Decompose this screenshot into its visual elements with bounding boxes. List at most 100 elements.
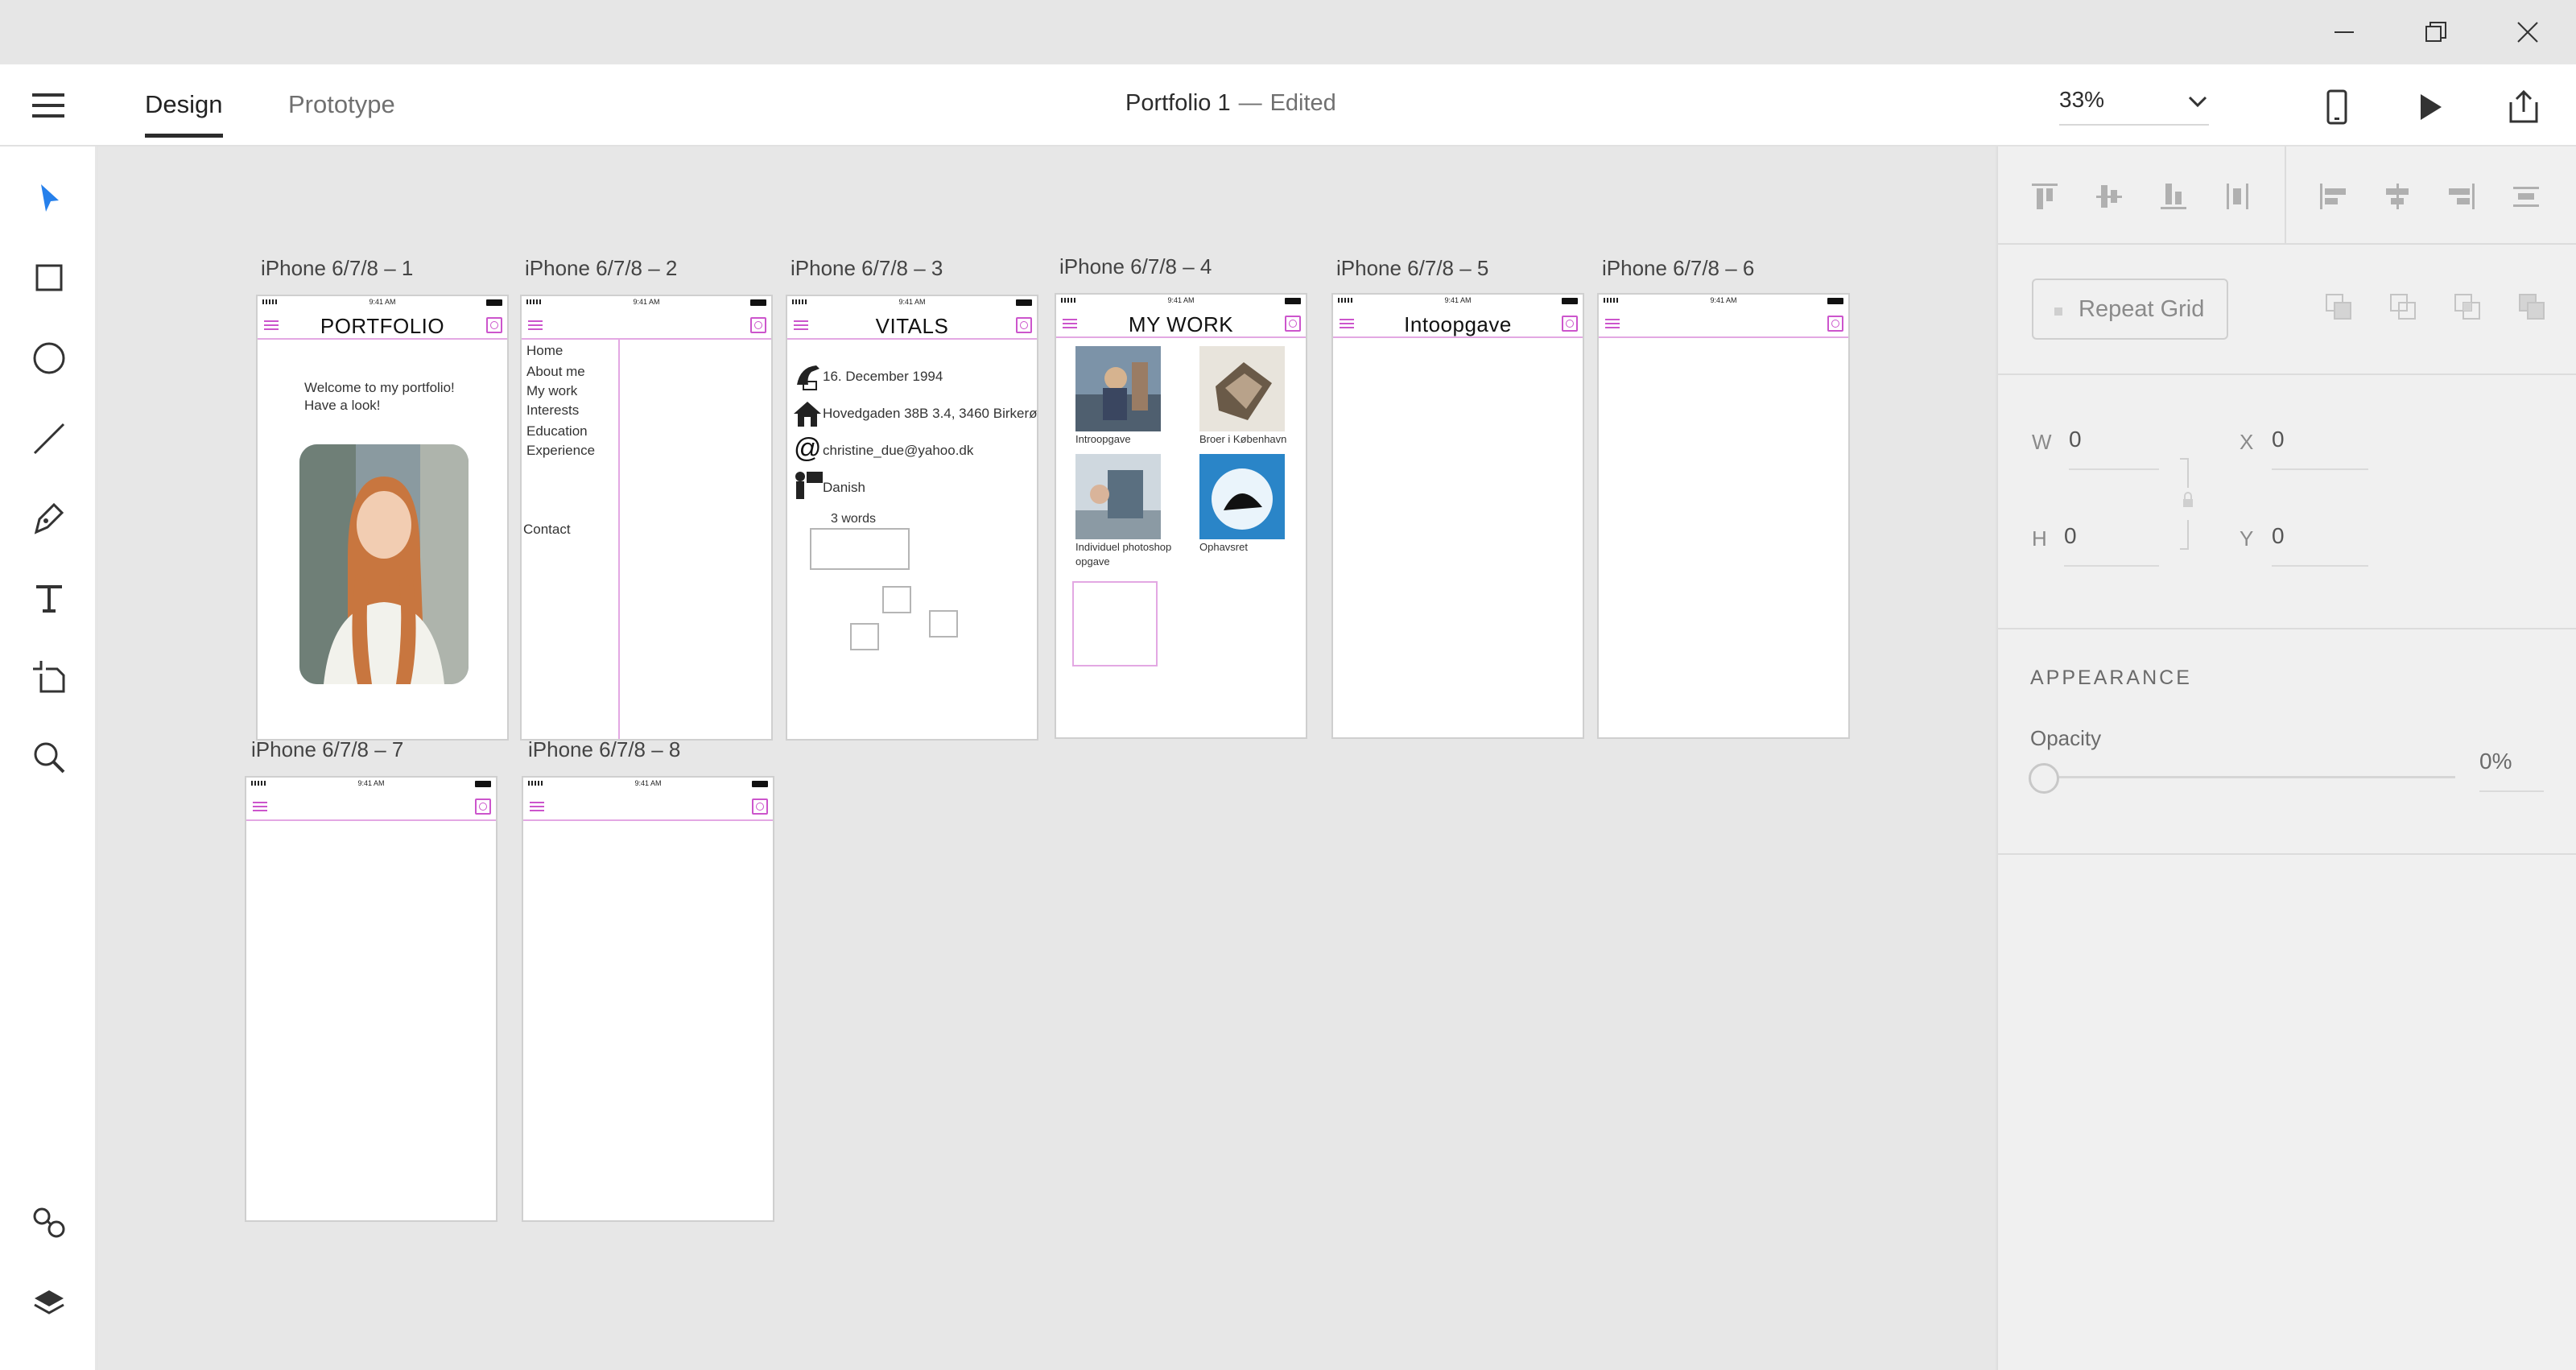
menu-item-about: About me xyxy=(526,364,585,379)
distribute-vertical-icon[interactable] xyxy=(2510,180,2542,213)
share-icon xyxy=(2509,89,2538,123)
text-tool[interactable] xyxy=(26,575,72,621)
status-bar: 9:41 AM xyxy=(1056,295,1306,306)
status-time: 9:41 AM xyxy=(1167,296,1195,304)
opacity-slider-handle[interactable] xyxy=(2029,763,2059,794)
menu-item-contact: Contact xyxy=(523,522,571,537)
artboard-6[interactable]: 9:41 AM xyxy=(1597,293,1850,739)
zoom-underline xyxy=(2059,124,2209,126)
width-input[interactable]: 0 xyxy=(2069,427,2082,452)
select-tool[interactable] xyxy=(26,175,72,222)
restore-icon xyxy=(2425,22,2446,42)
artboard-6-label[interactable]: iPhone 6/7/8 – 6 xyxy=(1602,256,1754,281)
play-preview-button[interactable] xyxy=(2410,87,2450,127)
share-button[interactable] xyxy=(2504,87,2544,127)
distribute-horizontal-icon[interactable] xyxy=(2222,180,2254,213)
mobile-device-icon xyxy=(2326,89,2347,125)
align-bottom-icon[interactable] xyxy=(2157,180,2190,213)
portfolio-title: PORTFOLIO xyxy=(320,314,445,338)
artboard-4[interactable]: 9:41 AM MY WORK Introopgave Broer i Købe… xyxy=(1055,293,1307,739)
artboard-4-label[interactable]: iPhone 6/7/8 – 4 xyxy=(1059,254,1212,279)
zoom-icon xyxy=(34,742,65,774)
align-middle-icon[interactable] xyxy=(2093,180,2125,213)
search-icon xyxy=(1562,316,1578,332)
design-canvas[interactable]: iPhone 6/7/8 – 1 9:41 AM PORTFOLIO Welco… xyxy=(98,146,1995,1370)
lock-proportions-icon[interactable] xyxy=(2177,456,2201,552)
property-inspector: Repeat Grid W 0 H 0 X 0 Y 0 APPEARANCE O… xyxy=(1996,146,2576,1370)
rectangle-tool[interactable] xyxy=(26,254,72,301)
opacity-input[interactable]: 0% xyxy=(2479,749,2512,774)
boolean-intersect-icon[interactable] xyxy=(2452,291,2484,324)
artboard-1-label[interactable]: iPhone 6/7/8 – 1 xyxy=(261,256,413,281)
work-caption-4: Ophavsret xyxy=(1199,541,1248,553)
x-input[interactable]: 0 xyxy=(2272,427,2285,452)
zoom-select[interactable]: 33% xyxy=(2059,87,2209,126)
tab-prototype[interactable]: Prototype xyxy=(288,90,395,138)
pen-icon xyxy=(34,502,64,534)
align-left-icon[interactable] xyxy=(2317,180,2349,213)
tab-prototype-label: Prototype xyxy=(288,90,395,118)
align-right-icon[interactable] xyxy=(2446,180,2478,213)
stork-icon xyxy=(797,365,819,390)
hamburger-icon xyxy=(253,802,267,811)
hamburger-icon xyxy=(530,802,544,811)
house-icon xyxy=(794,402,821,427)
menu-item-interests: Interests xyxy=(526,402,580,418)
artboard-7-label[interactable]: iPhone 6/7/8 – 7 xyxy=(251,737,403,762)
restore-button[interactable] xyxy=(2418,14,2454,50)
artboard-3-label[interactable]: iPhone 6/7/8 – 3 xyxy=(791,256,943,281)
artboard-2[interactable]: 9:41 AM Home About me My work Interests … xyxy=(520,295,773,741)
artboard-8[interactable]: 9:41 AM xyxy=(522,776,774,1222)
artboard-3[interactable]: 9:41 AM VITALS 16. December 1994 Hovedga… xyxy=(786,295,1038,741)
artboard-icon xyxy=(33,661,65,693)
pen-tool[interactable] xyxy=(26,494,72,541)
artboard-8-label[interactable]: iPhone 6/7/8 – 8 xyxy=(528,737,680,762)
artboard-5[interactable]: 9:41 AM Intoopgave xyxy=(1331,293,1584,739)
boolean-subtract-icon[interactable] xyxy=(2388,291,2420,324)
panel-divider xyxy=(1998,628,2576,629)
tab-design-label: Design xyxy=(145,90,223,118)
artboard-7[interactable]: 9:41 AM xyxy=(245,776,497,1222)
menu-button[interactable] xyxy=(31,90,69,122)
artboard-5-label[interactable]: iPhone 6/7/8 – 5 xyxy=(1336,256,1488,281)
opacity-label: Opacity xyxy=(2030,726,2102,750)
opacity-slider-track xyxy=(2045,776,2455,778)
tab-design[interactable]: Design xyxy=(145,90,223,138)
align-top-icon[interactable] xyxy=(2029,180,2061,213)
nav-bar xyxy=(1599,306,1848,338)
height-label: H xyxy=(2032,526,2047,551)
nav-bar: Intoopgave xyxy=(1333,306,1583,338)
height-input[interactable]: 0 xyxy=(2064,523,2077,549)
nav-bar: VITALS xyxy=(787,307,1037,340)
artboard-tool[interactable] xyxy=(26,654,72,700)
app-window: Design Prototype Portfolio 1 — Edited 33% xyxy=(0,0,2576,1370)
menu-item-home: Home xyxy=(526,343,564,358)
repeat-grid-button[interactable]: Repeat Grid xyxy=(2032,279,2228,340)
text-icon xyxy=(36,585,62,613)
align-center-icon[interactable] xyxy=(2381,180,2413,213)
minimize-button[interactable] xyxy=(2326,14,2362,50)
status-time: 9:41 AM xyxy=(357,779,385,787)
opacity-slider[interactable] xyxy=(2029,761,2455,794)
device-preview-button[interactable] xyxy=(2317,87,2357,127)
align-divider xyxy=(2285,146,2286,243)
layers-button[interactable] xyxy=(26,1280,72,1327)
assets-button[interactable] xyxy=(26,1199,72,1246)
zoom-value: 33% xyxy=(2059,87,2105,112)
status-bar: 9:41 AM xyxy=(1333,295,1583,306)
ellipse-tool[interactable] xyxy=(26,335,72,382)
at-icon: @ xyxy=(794,433,822,464)
search-icon xyxy=(475,798,491,815)
line-tool[interactable] xyxy=(26,415,72,462)
artboard-2-label[interactable]: iPhone 6/7/8 – 2 xyxy=(525,256,677,281)
work-thumbnail-1 xyxy=(1075,346,1161,431)
close-button[interactable] xyxy=(2510,14,2545,50)
status-time: 9:41 AM xyxy=(633,298,660,306)
battery-icon xyxy=(1016,299,1032,306)
boolean-add-icon[interactable] xyxy=(2323,291,2355,324)
y-input[interactable]: 0 xyxy=(2272,523,2285,549)
zoom-tool[interactable] xyxy=(26,734,72,781)
nav-bar: MY WORK xyxy=(1056,306,1306,338)
boolean-exclude-icon[interactable] xyxy=(2516,291,2549,324)
artboard-1[interactable]: 9:41 AM PORTFOLIO Welcome to my portfoli… xyxy=(256,295,509,741)
